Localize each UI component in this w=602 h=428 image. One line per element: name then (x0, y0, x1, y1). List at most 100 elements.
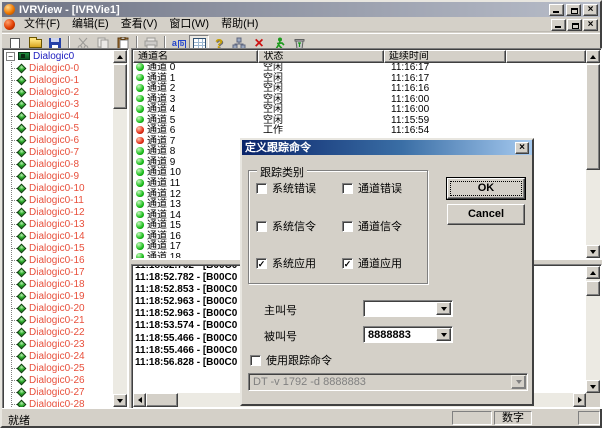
channel-row[interactable]: 通道 5空闲11:15:59 (133, 116, 586, 127)
device-gem-icon (17, 327, 27, 337)
column-header-2[interactable]: 状态 (258, 50, 383, 63)
tree-scrollbar[interactable] (113, 50, 127, 407)
device-gem-icon (17, 267, 27, 277)
tree-item[interactable]: Dialogic0-28 (4, 398, 113, 407)
tree-item[interactable]: Dialogic0-25 (4, 362, 113, 374)
channel-row[interactable]: 通道 6工作11:16:54 (133, 126, 586, 137)
tree-root-item[interactable]: − Dialogic0 (4, 50, 113, 62)
mdi-child-icon[interactable] (4, 19, 15, 30)
checkbox-icon[interactable] (250, 355, 261, 366)
list-scrollbar[interactable] (586, 50, 600, 258)
scrollbar-thumb[interactable] (586, 64, 600, 170)
scroll-up-button[interactable] (113, 50, 127, 63)
collapse-icon[interactable]: − (6, 52, 15, 61)
menu-item-4[interactable]: 帮助(H) (215, 18, 264, 31)
scrollbar-thumb[interactable] (146, 393, 178, 407)
column-header-1[interactable]: 通道名 (133, 50, 258, 63)
tree-item-label: Dialogic0-20 (29, 303, 85, 314)
restore-button[interactable] (566, 4, 581, 16)
dropdown-button[interactable] (436, 302, 451, 315)
channel-row[interactable]: 通道 2空闲11:16:16 (133, 84, 586, 95)
scroll-up-button[interactable] (586, 50, 600, 63)
dialog-close-button[interactable]: × (515, 142, 529, 154)
scroll-down-button[interactable] (113, 394, 127, 407)
trace-checkbox[interactable]: 系统错误 (256, 180, 316, 196)
trace-checkbox-label: 系统应用 (272, 255, 316, 271)
cancel-button[interactable]: Cancel (447, 204, 525, 225)
status-led-icon (136, 63, 144, 71)
mdi-close-button[interactable]: × (583, 19, 598, 31)
status-led-icon (136, 190, 144, 198)
tree-item[interactable]: Dialogic0-4 (4, 110, 113, 122)
ok-button[interactable]: OK (447, 178, 525, 199)
tree-item[interactable]: Dialogic0-1 (4, 74, 113, 86)
scrollbar-thumb[interactable] (113, 64, 127, 109)
tree-item[interactable]: Dialogic0-13 (4, 218, 113, 230)
channel-row[interactable]: 通道 0空闲11:16:17 (133, 63, 586, 74)
checkbox-icon[interactable]: ✓ (256, 258, 267, 269)
tree-item[interactable]: Dialogic0-11 (4, 194, 113, 206)
mdi-minimize-button[interactable] (551, 19, 566, 31)
tree-item[interactable]: Dialogic0-20 (4, 302, 113, 314)
tree-item[interactable]: Dialogic0-17 (4, 266, 113, 278)
menu-item-3[interactable]: 窗口(W) (163, 18, 215, 31)
menu-item-0[interactable]: 文件(F) (18, 18, 66, 31)
checkbox-icon[interactable]: ✓ (342, 258, 353, 269)
tree-item[interactable]: Dialogic0-0 (4, 62, 113, 74)
column-header-3[interactable]: 延续时间 (384, 50, 506, 63)
dropdown-button[interactable] (436, 328, 451, 341)
tree-item[interactable]: Dialogic0-24 (4, 350, 113, 362)
mdi-restore-button[interactable] (567, 19, 582, 31)
called-number-value: 8888883 (368, 329, 411, 341)
tree-item[interactable]: Dialogic0-10 (4, 182, 113, 194)
tree-item[interactable]: Dialogic0-2 (4, 86, 113, 98)
tree-item[interactable]: Dialogic0-12 (4, 206, 113, 218)
trace-checkbox[interactable]: ✓ 系统应用 (256, 255, 316, 271)
trace-checkbox[interactable]: ✓通道应用 (342, 255, 402, 271)
tree-item[interactable]: Dialogic0-16 (4, 254, 113, 266)
tree-item[interactable]: Dialogic0-5 (4, 122, 113, 134)
channel-row[interactable]: 通道 3空闲11:16:00 (133, 95, 586, 106)
tree-item[interactable]: Dialogic0-3 (4, 98, 113, 110)
log-vscrollbar[interactable] (586, 266, 600, 393)
device-gem-icon (17, 75, 27, 85)
status-led-icon (136, 84, 144, 92)
tree-item[interactable]: Dialogic0-21 (4, 314, 113, 326)
checkbox-icon[interactable] (342, 183, 353, 194)
calling-number-combobox[interactable] (363, 300, 453, 317)
checkbox-icon[interactable] (256, 221, 267, 232)
tree-item[interactable]: Dialogic0-18 (4, 278, 113, 290)
scroll-left-button[interactable] (133, 393, 146, 407)
menu-item-2[interactable]: 查看(V) (115, 18, 164, 31)
trace-checkbox[interactable]: 通道错误 (342, 180, 402, 196)
close-button[interactable]: × (583, 4, 598, 16)
scroll-down-button[interactable] (586, 380, 600, 393)
tree-item[interactable]: Dialogic0-14 (4, 230, 113, 242)
checkbox-icon[interactable] (256, 183, 267, 194)
scroll-up-button[interactable] (586, 266, 600, 279)
tree-item[interactable]: Dialogic0-19 (4, 290, 113, 302)
tree-item[interactable]: Dialogic0-8 (4, 158, 113, 170)
channel-row[interactable]: 通道 4空闲11:16:00 (133, 105, 586, 116)
use-trace-command-checkbox[interactable]: 使用跟踪命令 (250, 352, 332, 368)
minimize-button[interactable] (549, 4, 564, 16)
menu-item-1[interactable]: 编辑(E) (66, 18, 115, 31)
scrollbar-thumb[interactable] (586, 281, 600, 296)
tree-item[interactable]: Dialogic0-7 (4, 146, 113, 158)
called-number-combobox[interactable]: 8888883 (363, 326, 453, 343)
column-header-4[interactable] (506, 50, 586, 63)
checkbox-icon[interactable] (342, 221, 353, 232)
tree-item[interactable]: Dialogic0-22 (4, 326, 113, 338)
scroll-right-button[interactable] (573, 393, 586, 407)
tree-item[interactable]: Dialogic0-15 (4, 242, 113, 254)
trace-checkbox[interactable]: 通道信令 (342, 218, 402, 234)
trace-checkbox[interactable]: 系统信令 (256, 218, 316, 234)
device-gem-icon (17, 183, 27, 193)
tree-item[interactable]: Dialogic0-26 (4, 374, 113, 386)
tree-item[interactable]: Dialogic0-9 (4, 170, 113, 182)
tree-item[interactable]: Dialogic0-6 (4, 134, 113, 146)
scroll-down-button[interactable] (586, 245, 600, 258)
tree-item[interactable]: Dialogic0-27 (4, 386, 113, 398)
tree-item[interactable]: Dialogic0-23 (4, 338, 113, 350)
channel-row[interactable]: 通道 1空闲11:16:17 (133, 74, 586, 85)
